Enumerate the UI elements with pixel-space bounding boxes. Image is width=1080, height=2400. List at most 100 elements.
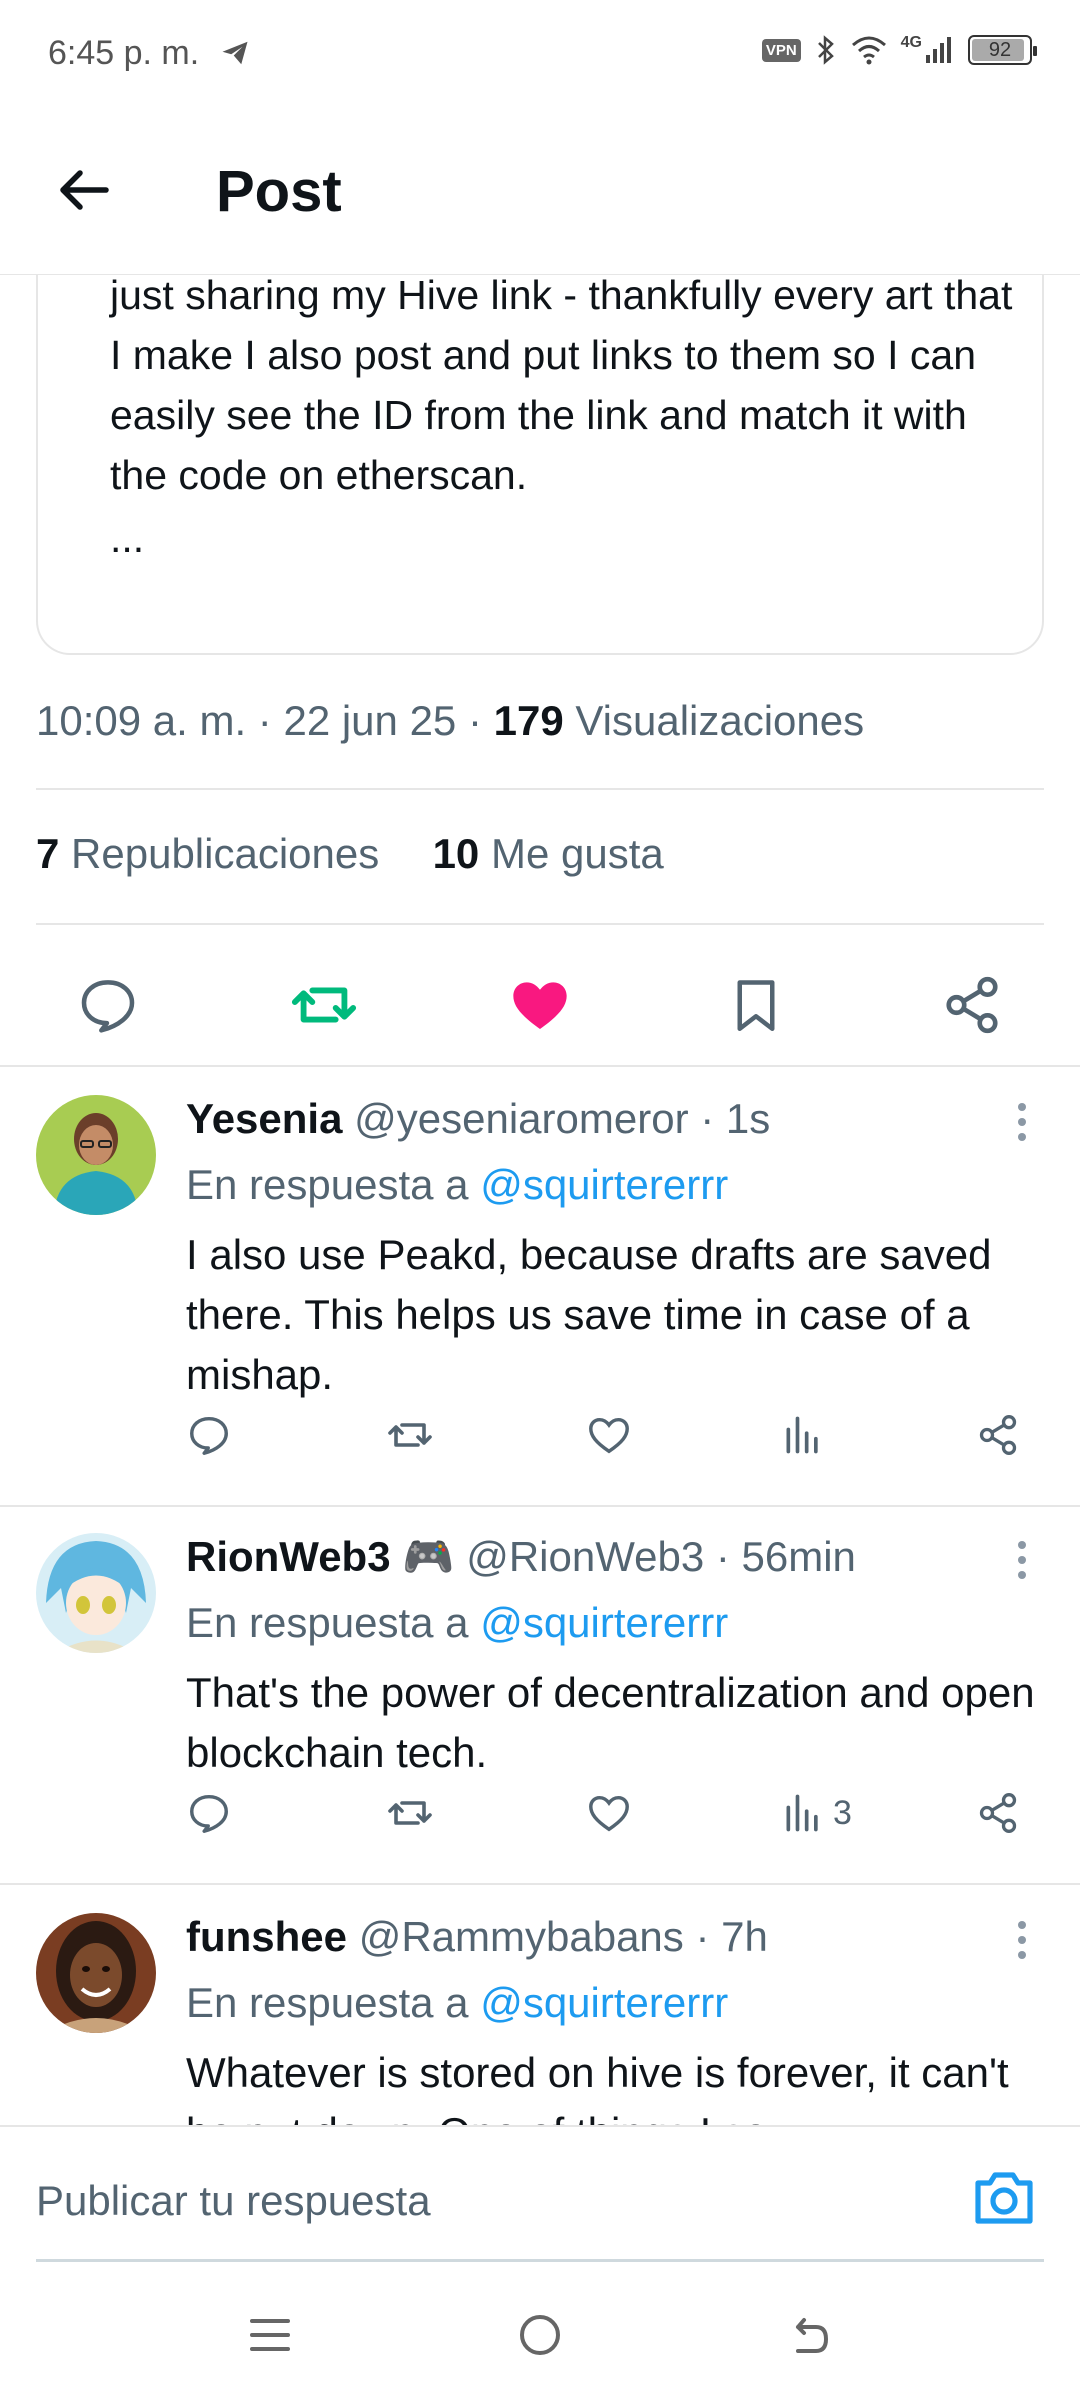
author-name[interactable]: funshee — [186, 1913, 347, 1960]
network-type: 4G — [900, 34, 922, 51]
views-button[interactable]: 3 — [781, 1783, 852, 1843]
likes-stat[interactable]: 10 Me gusta — [433, 830, 664, 877]
recent-apps-button[interactable] — [240, 2305, 300, 2365]
more-options-icon[interactable] — [1016, 1541, 1028, 1585]
post-detail-content[interactable]: just sharing my Hive link - thankfully e… — [0, 275, 1080, 2125]
more-options-icon[interactable] — [1016, 1921, 1028, 1965]
home-circle-icon — [520, 2315, 560, 2355]
reply-time: · 1s — [700, 1095, 771, 1142]
quoted-post-ellipsis: ... — [110, 515, 145, 561]
reply-header: funshee @Rammybabans · 7h — [186, 1913, 768, 1961]
arrow-left-icon[interactable] — [54, 160, 114, 220]
bluetooth-icon — [817, 35, 834, 65]
heart-icon — [513, 982, 567, 1029]
wifi-icon — [851, 36, 886, 65]
more-options-icon[interactable] — [1016, 1103, 1028, 1147]
status-bar: 6:45 p. m. VPN 4G 92 — [0, 0, 1080, 110]
in-reply-handle[interactable]: @squirtererrr — [480, 1161, 728, 1208]
repost-button[interactable] — [284, 965, 364, 1045]
author-handle[interactable]: @Rammybabans — [359, 1913, 684, 1960]
status-icons: VPN 4G 92 — [761, 34, 1037, 66]
system-nav-bar — [0, 2265, 1080, 2400]
like-button[interactable] — [500, 965, 580, 1045]
share-button[interactable] — [932, 965, 1012, 1045]
share-icon — [979, 1415, 1017, 1455]
menu-icon — [250, 2319, 290, 2351]
share-button[interactable] — [976, 1405, 1020, 1465]
share-icon — [946, 976, 998, 1034]
repost-arrows-icon — [388, 1801, 432, 1825]
camera-icon[interactable] — [972, 2167, 1036, 2227]
reply-action-bar: 3 — [186, 1783, 1046, 1843]
comment-bubble-icon — [190, 1794, 228, 1833]
reply-item[interactable]: funshee @Rammybabans · 7h En respuesta a… — [0, 1913, 1080, 2125]
like-button[interactable] — [586, 1405, 632, 1465]
bookmark-icon — [737, 980, 775, 1031]
reply-header: Yesenia @yeseniaromeror · 1s — [186, 1095, 770, 1143]
post-action-bar — [0, 965, 1080, 1080]
share-button[interactable] — [976, 1783, 1020, 1843]
divider — [36, 923, 1044, 925]
vpn-badge: VPN — [761, 38, 801, 62]
views-count: 3 — [833, 1793, 852, 1832]
repost-button[interactable] — [386, 1783, 434, 1843]
reply-text: Whatever is stored on hive is forever, i… — [186, 2049, 1009, 2125]
avatar[interactable] — [36, 1913, 156, 2033]
author-handle[interactable]: @yeseniaromeror — [354, 1095, 688, 1142]
app-header: Post — [0, 110, 1080, 275]
author-handle[interactable]: @RionWeb3 — [466, 1533, 704, 1580]
back-icon — [796, 2318, 828, 2353]
heart-icon — [589, 1795, 629, 1832]
divider — [0, 1065, 1080, 1067]
views-label[interactable]: Visualizaciones — [575, 697, 864, 744]
reply-item[interactable]: RionWeb3 🎮 @RionWeb3 · 56min En respuest… — [0, 1533, 1080, 1833]
in-reply-handle[interactable]: @squirtererrr — [480, 1599, 728, 1646]
reply-action-bar — [186, 1405, 1046, 1465]
in-reply-handle[interactable]: @squirtererrr — [480, 1979, 728, 2026]
comment-bubble-icon — [81, 980, 135, 1033]
views-button[interactable] — [781, 1405, 833, 1465]
heart-icon — [589, 1417, 629, 1454]
signal-icon — [926, 37, 951, 63]
post-stats: 7 Republicaciones 10 Me gusta — [36, 830, 664, 878]
repost-button[interactable] — [386, 1405, 434, 1465]
post-date: 22 jun 25 — [283, 697, 457, 744]
share-icon — [979, 1793, 1017, 1833]
reply-button[interactable] — [186, 1783, 232, 1843]
avatar[interactable] — [36, 1095, 156, 1215]
in-reply-to: En respuesta a @squirtererrr — [186, 1161, 729, 1208]
reply-text: I also use Peakd, because drafts are sav… — [186, 1231, 992, 1398]
post-time: 10:09 a. m. — [36, 697, 247, 744]
bookmark-button[interactable] — [716, 965, 796, 1045]
bar-chart-icon — [786, 1416, 818, 1454]
reposts-stat[interactable]: 7 Republicaciones — [36, 830, 379, 877]
reply-time: · 56min — [715, 1533, 856, 1580]
post-meta: 10:09 a. m. · 22 jun 25 · 179 Visualizac… — [36, 697, 865, 744]
reply-time: · 7h — [695, 1913, 768, 1960]
reply-input[interactable]: Publicar tu respuesta — [36, 2177, 431, 2225]
home-button[interactable] — [510, 2305, 570, 2365]
divider — [0, 1505, 1080, 1507]
repost-arrows-icon — [291, 987, 357, 1023]
avatar[interactable] — [36, 1533, 156, 1653]
reply-button[interactable] — [68, 965, 148, 1045]
views-count: 179 — [493, 697, 564, 744]
in-reply-to: En respuesta a @squirtererrr — [186, 1599, 729, 1646]
reply-header: RionWeb3 🎮 @RionWeb3 · 56min — [186, 1533, 856, 1582]
comment-bubble-icon — [190, 1416, 228, 1455]
reply-composer: Publicar tu respuesta — [0, 2125, 1080, 2265]
author-name[interactable]: RionWeb3 🎮 — [186, 1533, 455, 1580]
reply-button[interactable] — [186, 1405, 232, 1465]
divider — [36, 788, 1044, 790]
back-nav-button[interactable] — [780, 2305, 840, 2365]
author-name[interactable]: Yesenia — [186, 1095, 342, 1142]
quoted-post-card[interactable]: just sharing my Hive link - thankfully e… — [36, 275, 1044, 655]
divider — [0, 1883, 1080, 1885]
like-button[interactable] — [586, 1783, 632, 1843]
bar-chart-icon — [786, 1794, 818, 1832]
reply-text: That's the power of decentralization and… — [186, 1669, 1035, 1776]
telegram-icon — [222, 41, 248, 65]
quoted-post-text: just sharing my Hive link - thankfully e… — [110, 275, 1013, 498]
battery-indicator: 92 — [968, 35, 1037, 65]
reply-item[interactable]: Yesenia @yeseniaromeror · 1s En respuest… — [0, 1095, 1080, 1455]
